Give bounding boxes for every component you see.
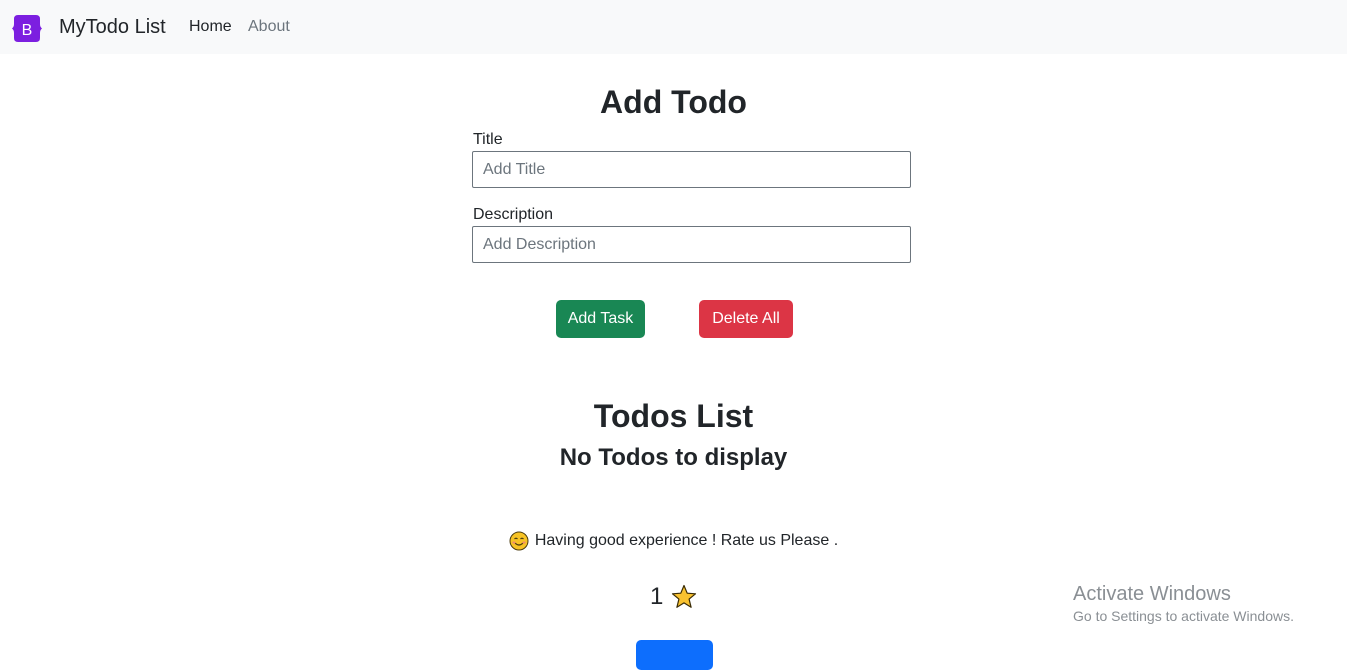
rating-prompt-text: Having good experience ! Rate us Please … (534, 532, 839, 549)
rating-value: 1 (650, 583, 664, 610)
rating-prompt: Having good experience ! Rate us Please … (0, 531, 1347, 551)
smiling-face-icon (509, 531, 529, 551)
add-task-button[interactable]: Add Task (556, 300, 645, 338)
submit-rating-button[interactable] (636, 640, 713, 670)
bootstrap-logo-icon[interactable]: B (12, 15, 42, 42)
todos-list-heading: Todos List (593, 398, 754, 434)
activate-windows-title: Activate Windows (1073, 583, 1231, 605)
star-icon[interactable] (671, 584, 697, 610)
nav-link-home[interactable]: Home (189, 17, 232, 37)
description-label: Description (473, 206, 554, 223)
nav-link-about[interactable]: About (248, 17, 290, 37)
description-input[interactable] (472, 226, 911, 263)
empty-todos-message: No Todos to display (559, 444, 788, 471)
title-input[interactable] (472, 151, 911, 188)
svg-text:B: B (22, 22, 33, 39)
delete-all-button[interactable]: Delete All (699, 300, 793, 338)
navbar: B MyTodo List Home About (0, 0, 1347, 54)
rating-widget: 1 (650, 583, 697, 611)
add-todo-heading: Add Todo (600, 84, 747, 120)
brand-name[interactable]: MyTodo List (59, 15, 166, 39)
activate-windows-subtitle: Go to Settings to activate Windows. (1073, 608, 1294, 624)
title-label: Title (473, 131, 503, 148)
